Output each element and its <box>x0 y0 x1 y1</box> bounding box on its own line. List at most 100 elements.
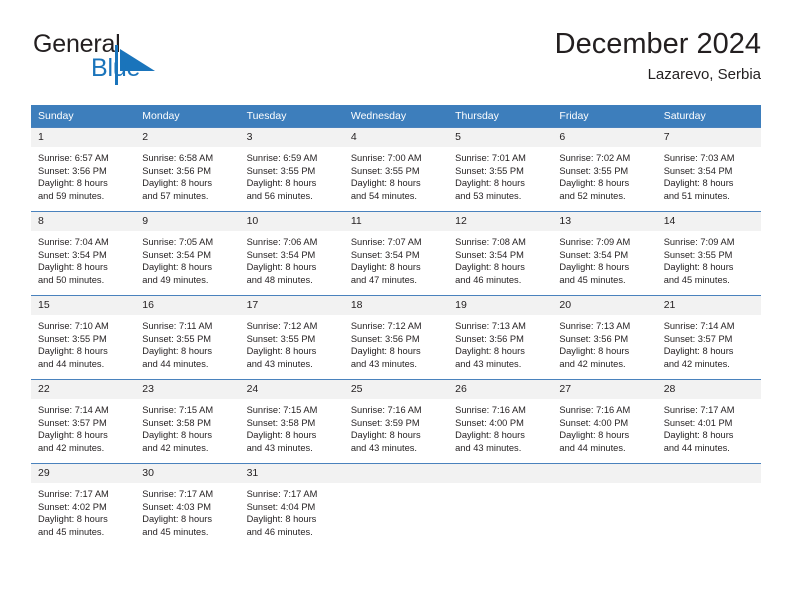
daylight-text-line2: and 44 minutes. <box>559 442 626 453</box>
day-cell[interactable]: 22 Sunrise: 7:14 AM Sunset: 3:57 PM Dayl… <box>31 379 136 464</box>
sunrise-text: Sunrise: 7:04 AM <box>38 237 109 247</box>
daylight-text-line1: Daylight: 8 hours <box>663 178 734 189</box>
sunrise-text: Sunrise: 7:15 AM <box>142 405 214 415</box>
sunset-text: Sunset: 3:58 PM <box>142 417 212 428</box>
sunset-text: Sunset: 3:57 PM <box>663 333 733 344</box>
day-cell[interactable]: 10 Sunrise: 7:06 AM Sunset: 3:54 PM Dayl… <box>239 211 344 296</box>
calendar-body: 1 Sunrise: 6:57 AM Sunset: 3:56 PM Dayli… <box>31 127 761 547</box>
sunset-text: Sunset: 4:01 PM <box>663 417 733 428</box>
day-number: 18 <box>343 296 449 315</box>
day-cell[interactable]: 30 Sunrise: 7:17 AM Sunset: 4:03 PM Dayl… <box>135 463 240 547</box>
sunrise-text: Sunrise: 7:16 AM <box>350 405 422 415</box>
day-details: Sunrise: 7:16 AM Sunset: 4:00 PM Dayligh… <box>552 399 656 454</box>
daylight-text-line2: and 45 minutes. <box>38 526 105 537</box>
daylight-text-line1: Daylight: 8 hours <box>246 514 317 525</box>
daylight-text-line1: Daylight: 8 hours <box>350 262 421 273</box>
sunset-text: Sunset: 3:54 PM <box>455 249 524 260</box>
day-number: 24 <box>239 380 344 399</box>
day-number <box>343 464 449 483</box>
day-number: 29 <box>31 464 136 483</box>
day-number: 15 <box>31 296 136 315</box>
day-cell[interactable]: 11 Sunrise: 7:07 AM Sunset: 3:54 PM Dayl… <box>343 211 449 296</box>
day-cell[interactable]: 13 Sunrise: 7:09 AM Sunset: 3:54 PM Dayl… <box>552 211 657 296</box>
daylight-text-line1: Daylight: 8 hours <box>350 430 421 441</box>
day-cell[interactable]: 28 Sunrise: 7:17 AM Sunset: 4:01 PM Dayl… <box>656 379 761 464</box>
day-cell[interactable]: 31 Sunrise: 7:17 AM Sunset: 4:04 PM Dayl… <box>239 463 344 547</box>
sunrise-text: Sunrise: 7:09 AM <box>559 237 631 247</box>
day-cell[interactable]: 6 Sunrise: 7:02 AM Sunset: 3:55 PM Dayli… <box>552 127 657 212</box>
day-details: Sunrise: 7:08 AM Sunset: 3:54 PM Dayligh… <box>448 231 552 286</box>
daylight-text-line2: and 42 minutes. <box>663 358 730 369</box>
day-cell[interactable]: 25 Sunrise: 7:16 AM Sunset: 3:59 PM Dayl… <box>343 379 449 464</box>
week-row: 8 Sunrise: 7:04 AM Sunset: 3:54 PM Dayli… <box>31 211 761 296</box>
general-blue-logo[interactable]: General Blue <box>31 30 211 88</box>
sunrise-text: Sunrise: 6:59 AM <box>246 153 318 163</box>
day-details: Sunrise: 7:16 AM Sunset: 3:59 PM Dayligh… <box>344 399 448 454</box>
day-details: Sunrise: 6:57 AM Sunset: 3:56 PM Dayligh… <box>31 147 135 202</box>
sunrise-text: Sunrise: 7:00 AM <box>350 153 422 163</box>
day-number: 17 <box>239 296 344 315</box>
weekday-header-sunday: Sunday <box>31 105 136 128</box>
day-details: Sunrise: 7:14 AM Sunset: 3:57 PM Dayligh… <box>31 399 135 454</box>
day-cell[interactable]: 8 Sunrise: 7:04 AM Sunset: 3:54 PM Dayli… <box>31 211 136 296</box>
weekday-header-tuesday: Tuesday <box>239 105 344 128</box>
day-cell[interactable]: 2 Sunrise: 6:58 AM Sunset: 3:56 PM Dayli… <box>135 127 240 212</box>
day-number: 31 <box>239 464 344 483</box>
sunset-text: Sunset: 3:55 PM <box>246 333 316 344</box>
sunrise-text: Sunrise: 7:11 AM <box>142 321 213 331</box>
day-number: 28 <box>656 380 761 399</box>
sunset-text: Sunset: 3:55 PM <box>246 165 316 176</box>
day-details: Sunrise: 7:10 AM Sunset: 3:55 PM Dayligh… <box>31 315 135 370</box>
day-cell[interactable]: 24 Sunrise: 7:15 AM Sunset: 3:58 PM Dayl… <box>239 379 344 464</box>
sunset-text: Sunset: 3:56 PM <box>38 165 107 176</box>
sunset-text: Sunset: 3:55 PM <box>663 249 733 260</box>
sunrise-text: Sunrise: 7:02 AM <box>559 153 631 163</box>
day-number: 20 <box>552 296 657 315</box>
day-cell[interactable]: 21 Sunrise: 7:14 AM Sunset: 3:57 PM Dayl… <box>656 295 761 380</box>
day-cell[interactable]: 15 Sunrise: 7:10 AM Sunset: 3:55 PM Dayl… <box>31 295 136 380</box>
day-cell[interactable]: 16 Sunrise: 7:11 AM Sunset: 3:55 PM Dayl… <box>135 295 240 380</box>
calendar-table: Sunday Monday Tuesday Wednesday Thursday… <box>31 105 761 547</box>
sunrise-text: Sunrise: 6:58 AM <box>142 153 214 163</box>
day-cell[interactable]: 17 Sunrise: 7:12 AM Sunset: 3:55 PM Dayl… <box>239 295 344 380</box>
sunrise-text: Sunrise: 7:12 AM <box>246 321 318 331</box>
day-number: 9 <box>135 212 240 231</box>
day-cell[interactable]: 20 Sunrise: 7:13 AM Sunset: 3:56 PM Dayl… <box>552 295 657 380</box>
sunset-text: Sunset: 3:54 PM <box>350 249 420 260</box>
day-details: Sunrise: 7:11 AM Sunset: 3:55 PM Dayligh… <box>135 315 239 370</box>
day-cell[interactable]: 5 Sunrise: 7:01 AM Sunset: 3:55 PM Dayli… <box>448 127 553 212</box>
day-cell-empty <box>448 463 553 547</box>
daylight-text-line2: and 46 minutes. <box>246 526 313 537</box>
day-cell[interactable]: 4 Sunrise: 7:00 AM Sunset: 3:55 PM Dayli… <box>343 127 449 212</box>
daylight-text-line2: and 42 minutes. <box>38 442 105 453</box>
day-details: Sunrise: 7:05 AM Sunset: 3:54 PM Dayligh… <box>135 231 239 286</box>
day-cell[interactable]: 27 Sunrise: 7:16 AM Sunset: 4:00 PM Dayl… <box>552 379 657 464</box>
daylight-text-line1: Daylight: 8 hours <box>455 262 525 273</box>
day-cell[interactable]: 26 Sunrise: 7:16 AM Sunset: 4:00 PM Dayl… <box>448 379 553 464</box>
day-cell[interactable]: 14 Sunrise: 7:09 AM Sunset: 3:55 PM Dayl… <box>656 211 761 296</box>
weekday-header-thursday: Thursday <box>448 105 553 128</box>
day-details: Sunrise: 7:02 AM Sunset: 3:55 PM Dayligh… <box>552 147 656 202</box>
day-cell[interactable]: 18 Sunrise: 7:12 AM Sunset: 3:56 PM Dayl… <box>343 295 449 380</box>
daylight-text-line1: Daylight: 8 hours <box>142 262 213 273</box>
sunrise-text: Sunrise: 7:13 AM <box>455 321 526 331</box>
sunrise-text: Sunrise: 7:15 AM <box>246 405 318 415</box>
sunrise-text: Sunrise: 7:01 AM <box>455 153 526 163</box>
day-cell[interactable]: 1 Sunrise: 6:57 AM Sunset: 3:56 PM Dayli… <box>31 127 136 212</box>
day-cell[interactable]: 9 Sunrise: 7:05 AM Sunset: 3:54 PM Dayli… <box>135 211 240 296</box>
day-details: Sunrise: 7:14 AM Sunset: 3:57 PM Dayligh… <box>657 315 761 370</box>
day-cell[interactable]: 19 Sunrise: 7:13 AM Sunset: 3:56 PM Dayl… <box>448 295 553 380</box>
day-cell[interactable]: 29 Sunrise: 7:17 AM Sunset: 4:02 PM Dayl… <box>31 463 136 547</box>
daylight-text-line2: and 54 minutes. <box>350 190 417 201</box>
day-number: 5 <box>448 128 553 147</box>
sunrise-text: Sunrise: 7:16 AM <box>559 405 631 415</box>
title-block: December 2024 Lazarevo, Serbia <box>555 26 761 86</box>
day-cell[interactable]: 7 Sunrise: 7:03 AM Sunset: 3:54 PM Dayli… <box>656 127 761 212</box>
daylight-text-line1: Daylight: 8 hours <box>663 430 734 441</box>
day-cell[interactable]: 3 Sunrise: 6:59 AM Sunset: 3:55 PM Dayli… <box>239 127 344 212</box>
day-details: Sunrise: 7:15 AM Sunset: 3:58 PM Dayligh… <box>240 399 344 454</box>
day-cell[interactable]: 12 Sunrise: 7:08 AM Sunset: 3:54 PM Dayl… <box>448 211 553 296</box>
daylight-text-line1: Daylight: 8 hours <box>663 262 734 273</box>
day-cell[interactable]: 23 Sunrise: 7:15 AM Sunset: 3:58 PM Dayl… <box>135 379 240 464</box>
sunrise-text: Sunrise: 7:10 AM <box>38 321 109 331</box>
